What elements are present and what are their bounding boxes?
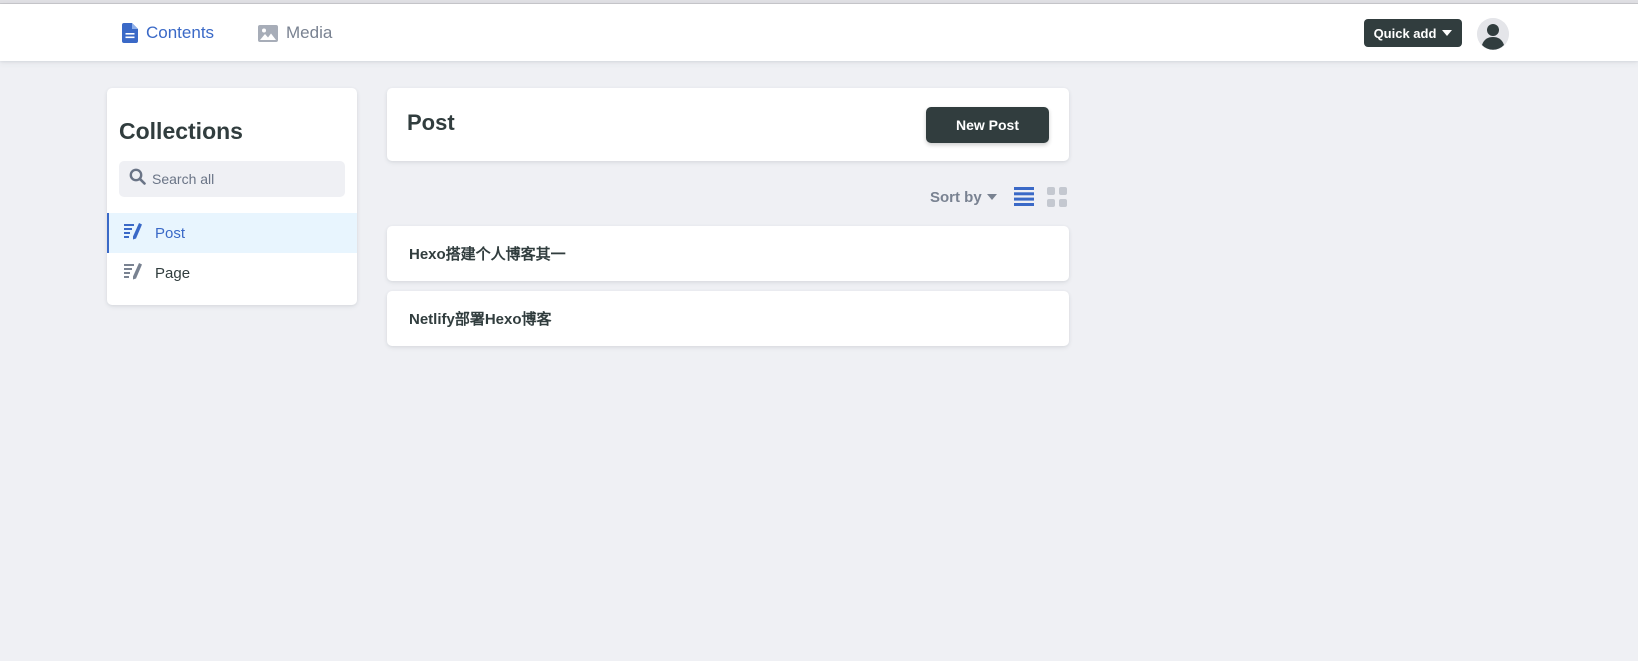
- grid-view-icon[interactable]: [1047, 187, 1067, 212]
- collections-sidebar: Collections Post Page: [107, 88, 357, 305]
- collection-top: Post New Post: [387, 88, 1069, 161]
- search-input[interactable]: [152, 171, 332, 187]
- entry-title: Hexo搭建个人博客其一: [409, 246, 566, 263]
- sidebar-item-label: Post: [155, 224, 186, 242]
- image-icon: [258, 24, 278, 42]
- sidebar-item-post[interactable]: Post: [107, 213, 357, 253]
- sidebar-item-page[interactable]: Page: [107, 253, 357, 293]
- collection-icon: [124, 222, 144, 244]
- user-avatar-icon[interactable]: [1477, 18, 1509, 50]
- list-item[interactable]: Hexo搭建个人博客其一: [387, 226, 1069, 281]
- list-item[interactable]: Netlify部署Hexo博客: [387, 291, 1069, 346]
- chevron-down-icon: [986, 194, 997, 200]
- new-post-button[interactable]: New Post: [926, 107, 1049, 143]
- list-view-icon[interactable]: [1014, 187, 1034, 211]
- chevron-down-icon: [1442, 30, 1453, 36]
- sidebar-title: Collections: [119, 118, 243, 144]
- page-title: Post: [407, 110, 455, 135]
- document-icon: [122, 23, 138, 43]
- nav-contents-label: Contents: [146, 23, 215, 42]
- search-icon: [129, 168, 146, 190]
- nav-contents[interactable]: Contents: [122, 20, 214, 46]
- collection-controls: Sort by: [930, 184, 1067, 210]
- nav-media-label: Media: [286, 23, 333, 42]
- sort-by-label: Sort by: [930, 188, 982, 206]
- quick-add-button[interactable]: Quick add: [1364, 19, 1462, 47]
- collection-icon: [124, 262, 144, 284]
- sidebar-item-label: Page: [155, 264, 191, 282]
- quick-add-label: Quick add: [1373, 25, 1437, 41]
- nav-media[interactable]: Media: [258, 20, 332, 46]
- entry-title: Netlify部署Hexo博客: [409, 311, 552, 328]
- app-header: Contents Media Quick add: [0, 4, 1638, 61]
- search-box[interactable]: [119, 161, 345, 197]
- sort-by-dropdown[interactable]: Sort by: [930, 189, 997, 206]
